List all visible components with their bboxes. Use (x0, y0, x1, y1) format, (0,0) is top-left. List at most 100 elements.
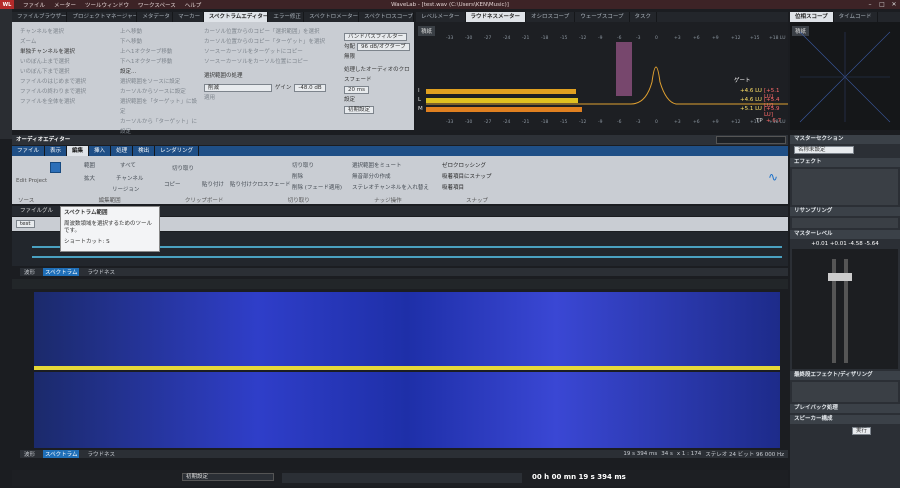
apply-button[interactable]: 適用 (204, 93, 344, 103)
edit-project-button[interactable]: Edit Project (16, 178, 47, 184)
paste-button[interactable]: 貼り付け (202, 180, 224, 188)
render-button[interactable]: 実行 (852, 427, 872, 435)
minimize-icon[interactable]: – (864, 0, 876, 9)
copy-selection[interactable]: カーソル位置からのコピー「選択範囲」を選択 (204, 27, 344, 37)
ribbon-tabs: ファイル 表示 編集 挿入 処理 検出 レンダリング (12, 146, 788, 156)
delete-fade-button[interactable]: 削除 (フェード適用) (292, 183, 342, 191)
ribbon-tab-edit[interactable]: 編集 (67, 146, 90, 156)
process-select[interactable]: 削減 (204, 84, 272, 92)
snap-item-select[interactable]: 吸着項目 (442, 183, 464, 191)
tab-wavescope[interactable]: ウェーブスコープ (575, 12, 630, 22)
maximize-icon[interactable]: □ (876, 0, 888, 9)
overview-tab-wave[interactable]: 波形 (24, 268, 35, 276)
region-button[interactable]: リージョン (112, 185, 139, 193)
option-zoom[interactable]: ズーム (20, 37, 108, 47)
tab-task[interactable]: タスク (630, 12, 658, 22)
ribbon-tab-process[interactable]: 処理 (111, 146, 134, 156)
master-fader-right[interactable] (840, 273, 852, 281)
transport-controls[interactable] (282, 473, 522, 483)
copy-source-cursor[interactable]: ソースーカーソルをカーソル位置にコピー (204, 57, 344, 67)
mute-selection-button[interactable]: 選択範囲をミュート (352, 161, 402, 169)
option-channel[interactable]: チャンネルを選択 (20, 27, 108, 37)
master-preset[interactable]: 名称未設定 (794, 146, 854, 154)
tab-oscilloscope[interactable]: オシロスコープ (526, 12, 576, 22)
option-start[interactable]: ファイルのはじめまで選択 (20, 77, 108, 87)
preset-field[interactable]: 初期設定 (344, 106, 375, 114)
move-octave-down[interactable]: 下へ1オクターブ移動 (120, 57, 200, 67)
crossfade-field[interactable]: 20 ms (344, 86, 369, 94)
copy-target[interactable]: カーソル位置からのコピー「ターゲット」を選択 (204, 37, 344, 47)
set-target-cursor[interactable]: カーソルから「ターゲット」に設定 (120, 117, 200, 137)
ribbon-tab-insert[interactable]: 挿入 (89, 146, 112, 156)
tab-error-correction[interactable]: エラー修正 (268, 12, 305, 22)
set-source-cursor[interactable]: カーソルからソースに設定 (120, 87, 200, 97)
track-tab-test[interactable]: test (16, 220, 35, 228)
option-single-channel[interactable]: 単独チャンネルを選択 (20, 47, 108, 57)
zero-crossing-checkbox[interactable]: ゼロクロッシング (442, 161, 486, 169)
file-group-tab[interactable]: ファイルグル (20, 208, 53, 214)
filter-select[interactable]: バンドパスフィルター (344, 33, 408, 41)
tab-spectrometer[interactable]: スペクトロメーター (304, 12, 360, 22)
move-down[interactable]: 下へ移動 (120, 37, 200, 47)
move-up[interactable]: 上へ移動 (120, 27, 200, 37)
option-down[interactable]: いのぼん下まで選択 (20, 67, 108, 77)
swap-channels-button[interactable]: ステレオチャンネルを入れ替え (352, 183, 429, 191)
tab-metadata[interactable]: メタデータ (137, 12, 174, 22)
copy-source-target[interactable]: ソースーカーソルをターゲットにコピー (204, 47, 344, 57)
tab-spectrum-editor[interactable]: スペクトラムエディター (203, 12, 269, 22)
tab-level-meter[interactable]: レベルメーター (416, 12, 466, 22)
spectrogram-top[interactable] (34, 292, 780, 368)
move-octave-up[interactable]: 上へ1オクターブ移動 (120, 47, 200, 57)
snap-checkbox[interactable]: 吸着項目にスナップ (442, 172, 492, 180)
paste-crossfade-button[interactable]: 貼り付けクロスフェード (230, 180, 291, 188)
spectrum-range-icon[interactable] (50, 162, 61, 173)
tab-spectroscope[interactable]: スペクトロスコープ (359, 12, 414, 22)
meter-tick-label: +15 (750, 120, 760, 125)
zoom-button[interactable]: 拡大 (84, 174, 95, 182)
option-up[interactable]: いのぼん上まで選択 (20, 57, 108, 67)
menu-toolwindow[interactable]: ツールウィンドウ (85, 1, 129, 9)
tab-timecode[interactable]: タイムコード (834, 12, 878, 22)
all-button[interactable]: すべて (120, 161, 136, 169)
silence-button[interactable]: 無音部分の作成 (352, 172, 391, 180)
trim-button[interactable]: 切り取り (292, 161, 314, 169)
set-target-sel[interactable]: 選択範囲を「ターゲット」に設定 (120, 97, 200, 117)
overview-tab-spectrum[interactable]: スペクトラム (43, 268, 80, 276)
menu-meter[interactable]: メーター (54, 1, 76, 9)
ribbon-tab-render[interactable]: レンダリング (155, 146, 200, 156)
master-fader-left[interactable] (828, 273, 840, 281)
tab-marker[interactable]: マーカー (173, 12, 204, 22)
copy-button[interactable]: コピー (164, 180, 181, 188)
status-zoom: 34 s (661, 451, 673, 457)
mute-checkbox[interactable]: 無限 (344, 52, 412, 62)
menu-workspace[interactable]: ワークスペース (138, 1, 176, 9)
ribbon-tab-detect[interactable]: 検出 (133, 146, 156, 156)
tab-project-manager[interactable]: プロジェクトマネージャー (67, 12, 138, 22)
main-tab-wave[interactable]: 波形 (24, 450, 35, 458)
ribbon-tab-file[interactable]: ファイル (12, 146, 46, 156)
tab-phase-scope[interactable]: 位相スコープ (790, 12, 834, 22)
cut-button[interactable]: 切り取り (172, 164, 194, 172)
menu-help[interactable]: ヘルプ (185, 1, 202, 9)
slope-field[interactable]: 96 dB/オクターブ (357, 43, 410, 51)
range-button[interactable]: 範囲 (84, 161, 95, 169)
settings-label[interactable]: 設定 (344, 95, 412, 105)
main-tab-loudness[interactable]: ラウドネス (87, 450, 115, 458)
option-end[interactable]: ファイルの終わりまで選択 (20, 87, 108, 97)
set-source-sel[interactable]: 選択範囲をソースに設定 (120, 77, 200, 87)
spectrogram-bottom[interactable] (34, 372, 780, 448)
close-icon[interactable]: ✕ (888, 0, 900, 9)
tab-loudness-meter[interactable]: ラウドネスメーター (465, 12, 527, 22)
option-all[interactable]: ファイルを全体を選択 (20, 97, 108, 107)
overview-tab-loudness[interactable]: ラウドネス (87, 268, 115, 276)
menu-file[interactable]: ファイル (23, 1, 45, 9)
main-tab-spectrum[interactable]: スペクトラム (43, 450, 80, 458)
editor-selector[interactable] (716, 136, 786, 144)
tab-file-browser[interactable]: ファイルブラウザー (12, 12, 68, 22)
preset-selector[interactable]: 初期設定 (182, 473, 274, 481)
settings-button[interactable]: 設定... (120, 67, 200, 77)
channel-button[interactable]: チャンネル (116, 174, 143, 182)
ribbon-tab-view[interactable]: 表示 (45, 146, 68, 156)
gain-field[interactable]: -48.0 dB (294, 84, 326, 92)
delete-button[interactable]: 削除 (292, 172, 303, 180)
